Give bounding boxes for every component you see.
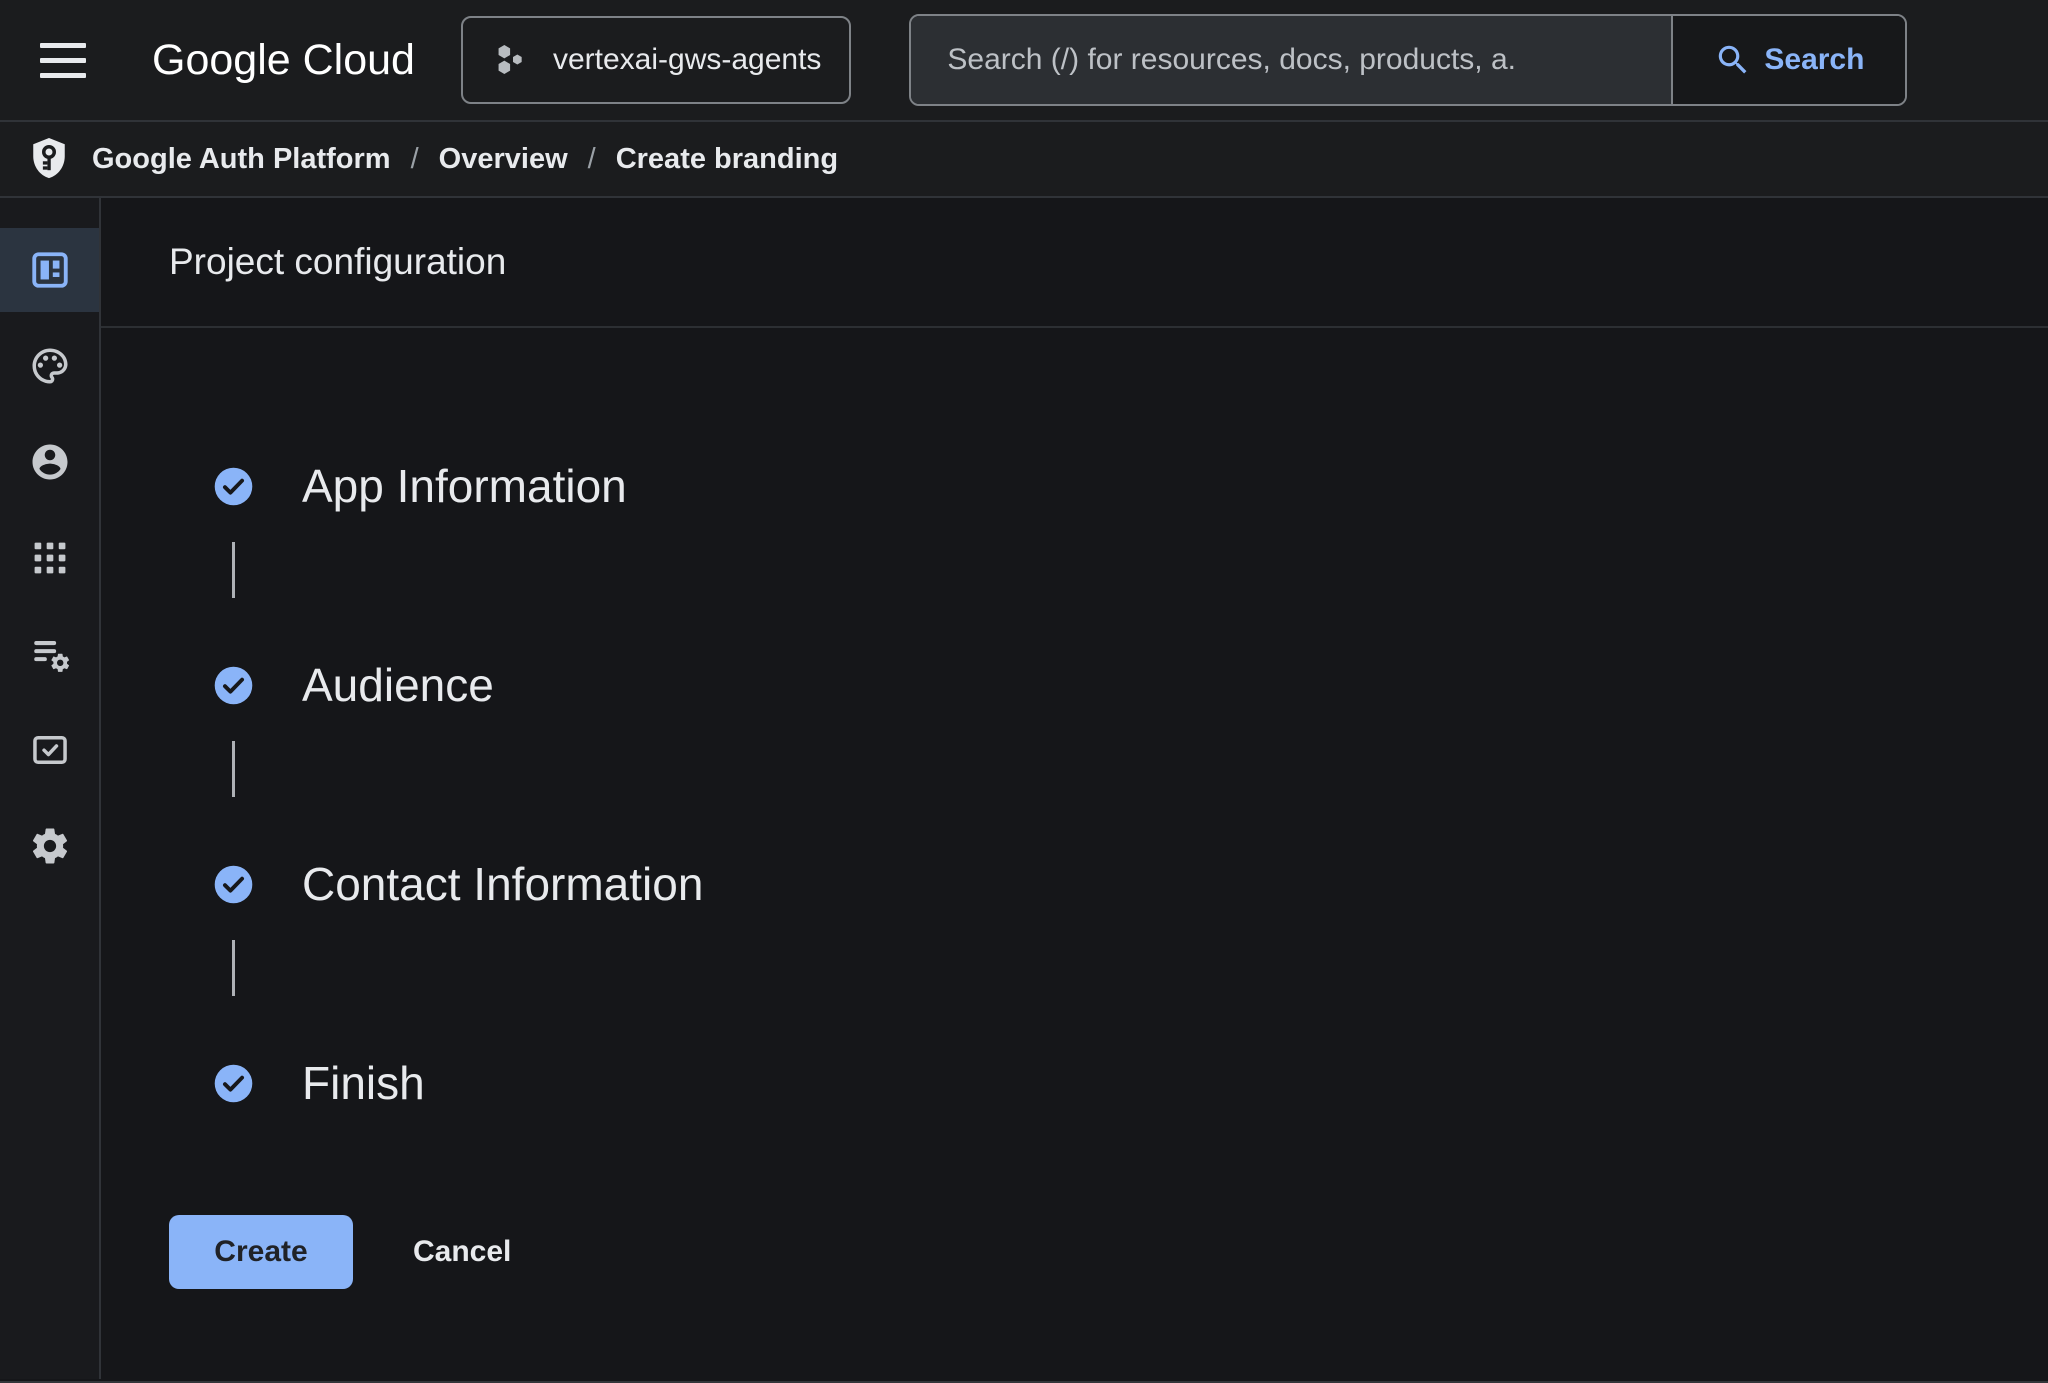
main-panel: Project configuration App Information Au… [101,198,2048,1379]
sidebar-item-verification-center[interactable] [0,708,99,792]
search-input[interactable] [911,16,1671,104]
sidebar-item-data-access[interactable] [0,612,99,696]
step-connector [213,741,2048,844]
step-completed-check-icon [213,665,254,706]
step-completed-check-icon [213,864,254,905]
apps-grid-icon [29,537,71,579]
project-hexagons-icon [491,40,531,80]
sidebar-item-audience[interactable] [0,420,99,504]
step-label: App Information [302,459,627,513]
step-completed-check-icon [213,1063,254,1104]
list-gear-icon [29,633,71,675]
breadcrumb-item-create-branding: Create branding [616,143,838,176]
checkbox-icon [29,729,71,771]
step-label: Contact Information [302,857,703,911]
google-cloud-logo: Google Cloud [152,36,415,85]
person-icon [29,441,71,483]
top-app-bar: Google Cloud vertexai-gws-agents Search [0,0,2048,122]
side-nav [0,198,101,1379]
page-title: Project configuration [169,241,506,283]
breadcrumb-item-overview[interactable]: Overview [439,143,568,176]
project-name-label: vertexai-gws-agents [553,43,821,77]
search-button[interactable]: Search [1671,16,1905,104]
breadcrumb: Google Auth Platform / Overview / Create… [0,122,2048,198]
project-selector-button[interactable]: vertexai-gws-agents [461,16,851,104]
step-completed-check-icon [213,466,254,507]
sidebar-item-branding[interactable] [0,324,99,408]
create-button[interactable]: Create [169,1215,353,1289]
step-label: Audience [302,658,494,712]
breadcrumb-item-google-auth-platform[interactable]: Google Auth Platform [92,143,391,176]
breadcrumb-separator: / [411,143,419,176]
global-search: Search [909,14,1907,106]
gear-icon [29,825,71,867]
breadcrumb-separator: / [588,143,596,176]
sidebar-item-clients[interactable] [0,516,99,600]
hamburger-menu-icon[interactable] [40,28,104,92]
panel-header: Project configuration [101,198,2048,328]
cancel-button[interactable]: Cancel [391,1215,533,1289]
wizard-stepper: App Information Audience Contact Informa… [101,446,2048,1123]
search-button-label: Search [1764,43,1864,77]
wizard-actions: Create Cancel [169,1215,2048,1289]
step-label: Finish [302,1056,425,1110]
step-app-information[interactable]: App Information [213,446,2048,526]
search-icon [1714,41,1752,79]
step-connector [213,542,2048,645]
dashboard-icon [29,249,71,291]
step-contact-information[interactable]: Contact Information [213,844,2048,924]
auth-shield-key-icon [28,136,70,182]
sidebar-item-settings[interactable] [0,804,99,888]
step-audience[interactable]: Audience [213,645,2048,725]
step-finish[interactable]: Finish [213,1043,2048,1123]
palette-icon [29,345,71,387]
google-cloud-console-window: Google Cloud vertexai-gws-agents Search [0,0,2048,1383]
step-connector [213,940,2048,1043]
sidebar-item-overview[interactable] [0,228,99,312]
